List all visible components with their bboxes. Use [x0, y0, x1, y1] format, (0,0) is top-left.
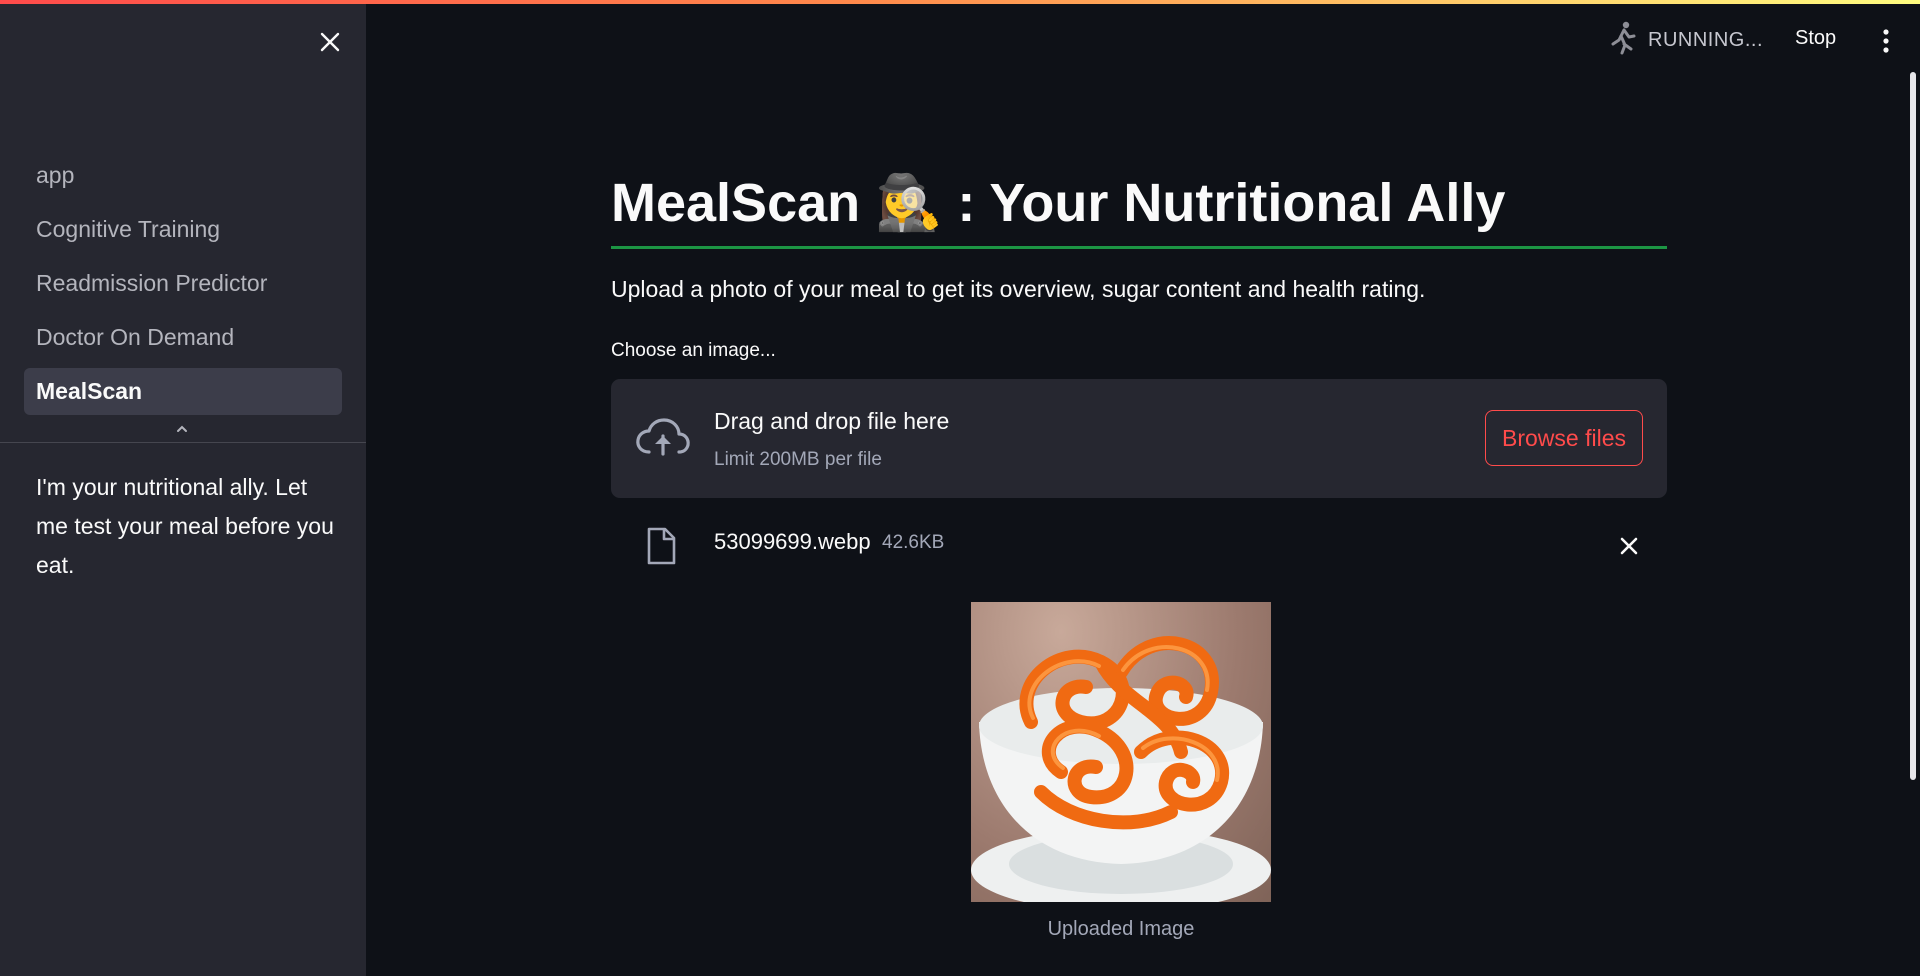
page-subtitle: Upload a photo of your meal to get its o… [611, 276, 1426, 302]
remove-file-icon[interactable] [1615, 532, 1643, 560]
sidebar-description: I'm your nutritional ally. Let me test y… [36, 474, 334, 578]
sidebar-item-cognitive-training[interactable]: Cognitive Training [24, 206, 342, 253]
sidebar-item-app[interactable]: app [24, 152, 342, 199]
close-icon[interactable] [316, 28, 344, 56]
dropzone-limit: Limit 200MB per file [714, 449, 882, 470]
main-menu-icon[interactable] [1876, 24, 1896, 58]
uploader-label: Choose an image... [611, 340, 776, 361]
chevron-up-icon[interactable] [174, 422, 190, 436]
page-title: MealScan 🕵️‍♀️ : Your Nutritional Ally [611, 173, 1506, 233]
image-caption: Uploaded Image [1047, 918, 1195, 940]
uploaded-file-row: 53099699.webp 42.6KB [611, 520, 1667, 570]
main-content: MealScan 🕵️‍♀️ : Your Nutritional Ally U… [611, 0, 1667, 976]
sidebar-item-mealscan[interactable]: MealScan [24, 368, 342, 415]
sidebar: app Cognitive Training Readmission Predi… [0, 0, 366, 976]
title-divider [611, 246, 1667, 249]
file-size: 42.6KB [882, 532, 945, 553]
sidebar-divider [0, 442, 366, 443]
uploaded-meal-image [971, 602, 1271, 902]
cloud-upload-icon [635, 416, 691, 460]
sidebar-nav: app Cognitive Training Readmission Predi… [24, 152, 342, 422]
file-icon [645, 526, 677, 566]
dropzone-title: Drag and drop file here [714, 408, 950, 434]
scrollbar-thumb[interactable] [1910, 72, 1916, 780]
stop-button[interactable]: Stop [1795, 27, 1836, 50]
browse-files-button[interactable]: Browse files [1485, 410, 1643, 466]
sidebar-item-doctor-on-demand[interactable]: Doctor On Demand [24, 314, 342, 361]
file-name: 53099699.webp [714, 529, 871, 554]
top-decoration-bar [0, 0, 1920, 4]
sidebar-item-readmission-predictor[interactable]: Readmission Predictor [24, 260, 342, 307]
file-dropzone[interactable]: Drag and drop file here Limit 200MB per … [611, 379, 1667, 498]
